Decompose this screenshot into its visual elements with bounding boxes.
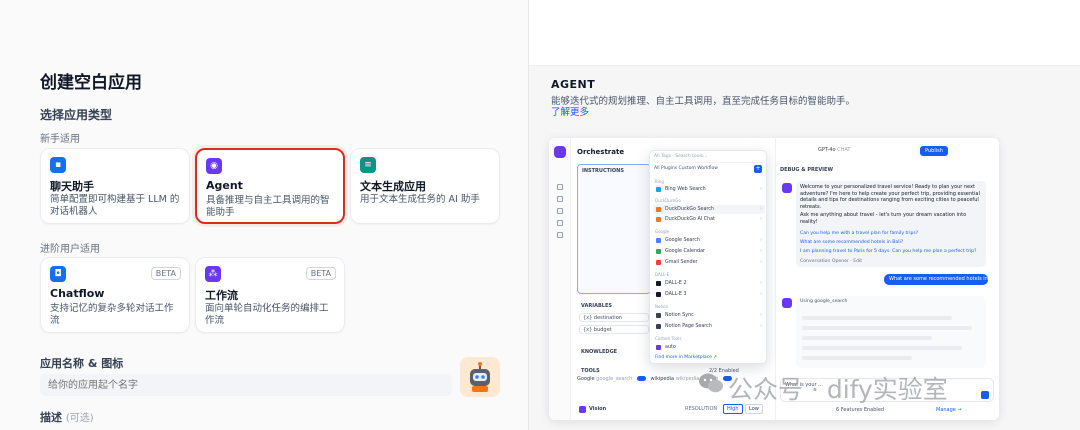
preview-sidebar (549, 138, 571, 420)
preview-panel: AGENT 能够迭代式的规划推理、自主工具调用，直至完成任务目标的智能助手。 了… (528, 0, 1080, 430)
tools-dropdown: All Tags · Search tools... All Plugins C… (649, 150, 767, 364)
debug-title: DEBUG & PREVIEW (780, 167, 833, 173)
tool-item[interactable]: DuckDuckGo AI Chat › (653, 215, 765, 224)
app-name-input[interactable] (40, 374, 452, 396)
card-desc: 支持记忆的复杂多轮对话工作流 (50, 303, 174, 326)
features-count: 6 Features Enabled (836, 407, 885, 413)
wechat-icon (699, 373, 723, 393)
nav-icon (557, 196, 563, 202)
app-type-heading: 选择应用类型 (40, 108, 113, 122)
card-chatflow[interactable]: ◘ BETA Chatflow 支持记忆的复杂多轮对话工作流 (40, 257, 190, 333)
loading-line (802, 356, 912, 360)
card-workflow[interactable]: ⁂ BETA 工作流 面向单轮自动化任务的编排工作流 (195, 257, 345, 333)
suggestion[interactable]: What are some recommended hotels in Bali… (800, 240, 903, 245)
agent-icon: ◉ (206, 158, 222, 174)
suggestion[interactable]: I am planning travel to Paris for 5 days… (800, 249, 976, 254)
card-title: 聊天助手 (50, 180, 94, 193)
bot-avatar-icon (782, 183, 792, 193)
agent-heading: AGENT (551, 78, 596, 91)
card-desc: 面向单轮自动化任务的编排工作流 (205, 303, 329, 326)
bot-avatar-icon (782, 298, 792, 308)
card-desc: 简单配置即可构建基于 LLM 的对话机器人 (50, 194, 180, 217)
card-text-generator[interactable]: ≡ 文本生成应用 用于文本生成任务的 AI 助手 (350, 148, 500, 224)
orchestrate-title: Orchestrate (577, 148, 625, 156)
tool-item[interactable]: DALL-E 3 › (653, 290, 765, 299)
robot-icon (470, 362, 490, 392)
dropdown-tabs[interactable]: All Plugins Custom Workflow (654, 166, 718, 171)
instructions-box: INSTRUCTIONS (577, 164, 651, 294)
app-logo-icon (554, 146, 566, 158)
card-title: 工作流 (205, 289, 238, 302)
tool-item[interactable]: DALL-E 2 › (653, 279, 765, 288)
tool-item[interactable]: Google Calendar › (653, 247, 765, 256)
card-desc: 用于文本生成任务的 AI 助手 (360, 194, 480, 205)
nav-icon (557, 232, 563, 238)
loading-line (802, 316, 952, 320)
nav-icon (557, 184, 563, 190)
send-icon[interactable] (981, 391, 989, 399)
manage-link[interactable]: Manage → (936, 407, 962, 413)
beta-badge: BETA (305, 267, 336, 280)
variable-row: {x} budget (579, 325, 649, 334)
tool-item[interactable]: Notion Page Search › (653, 322, 765, 331)
card-chat-assistant[interactable]: ▪ 聊天助手 简单配置即可构建基于 LLM 的对话机器人 (40, 148, 190, 224)
nav-icon (557, 208, 563, 214)
card-agent[interactable]: ◉ Agent 具备推理与自主工具调用的智能助手 (195, 148, 345, 224)
advanced-label: 进阶用户适用 (40, 244, 100, 255)
tool-item[interactable]: Notion Sync › (653, 311, 765, 320)
publish-button[interactable]: Publish (920, 146, 948, 156)
card-title: Chatflow (50, 287, 105, 300)
watermark: 公众号 · dify实验室 (728, 375, 948, 404)
workflow-icon: ⁂ (205, 266, 221, 282)
beginner-label: 新手适用 (40, 134, 80, 145)
chat-bubble-icon: ▪ (50, 157, 66, 173)
bot-message: Welcome to your personalized travel serv… (796, 181, 986, 267)
loading-line (802, 326, 972, 330)
page-title: 创建空白应用 (40, 73, 142, 93)
agent-description: 能够迭代式的规划推理、自主工具调用，直至完成任务目标的智能助手。 (551, 96, 856, 107)
create-app-panel: 创建空白应用 选择应用类型 新手适用 ▪ 聊天助手 简单配置即可构建基于 LLM… (0, 0, 528, 430)
vision-icon (579, 406, 586, 413)
toggle[interactable] (636, 376, 646, 381)
app-name-label: 应用名称 & 图标 (40, 357, 124, 370)
marketplace-link[interactable]: Find more in Marketplace ↗ (655, 355, 717, 360)
tool-item[interactable]: DuckDuckGo Search › (653, 205, 765, 214)
card-desc: 具备推理与自主工具调用的智能助手 (206, 195, 330, 218)
text-generator-icon: ≡ (360, 157, 376, 173)
add-tool-button[interactable]: + (754, 165, 762, 173)
instructions-label: INSTRUCTIONS (582, 168, 624, 174)
tools-search[interactable]: All Tags · Search tools... (654, 154, 764, 163)
tool-item[interactable]: auto (653, 343, 765, 352)
tool-item[interactable]: Google Search › (653, 236, 765, 245)
description-label: 描述 (可选) (40, 411, 94, 424)
tool-item[interactable]: Gmail Sender › (653, 258, 765, 267)
loading-line (802, 336, 932, 340)
card-title: Agent (206, 179, 243, 192)
variables-label: VARIABLES (581, 303, 612, 309)
variable-row: {x} destination (579, 313, 649, 322)
knowledge-label: KNOWLEDGE (581, 349, 618, 355)
tools-label: TOOLS (581, 368, 600, 374)
preview-header (529, 0, 1080, 66)
suggestion[interactable]: Can you help me with a travel plan for f… (800, 231, 918, 236)
loading-line (802, 346, 962, 350)
chatflow-icon: ◘ (50, 266, 66, 282)
card-title: 文本生成应用 (360, 180, 426, 193)
user-message: What are some recommended hotels in Bali… (884, 274, 988, 293)
model-selector[interactable]: GPT-4o CHAT (818, 147, 850, 153)
nav-icon (557, 220, 563, 226)
beta-badge: BETA (150, 267, 181, 280)
tool-item[interactable]: Bing Web Search › (653, 185, 765, 194)
learn-more-link[interactable]: 了解更多 (551, 104, 589, 118)
app-icon-picker[interactable] (460, 357, 500, 397)
